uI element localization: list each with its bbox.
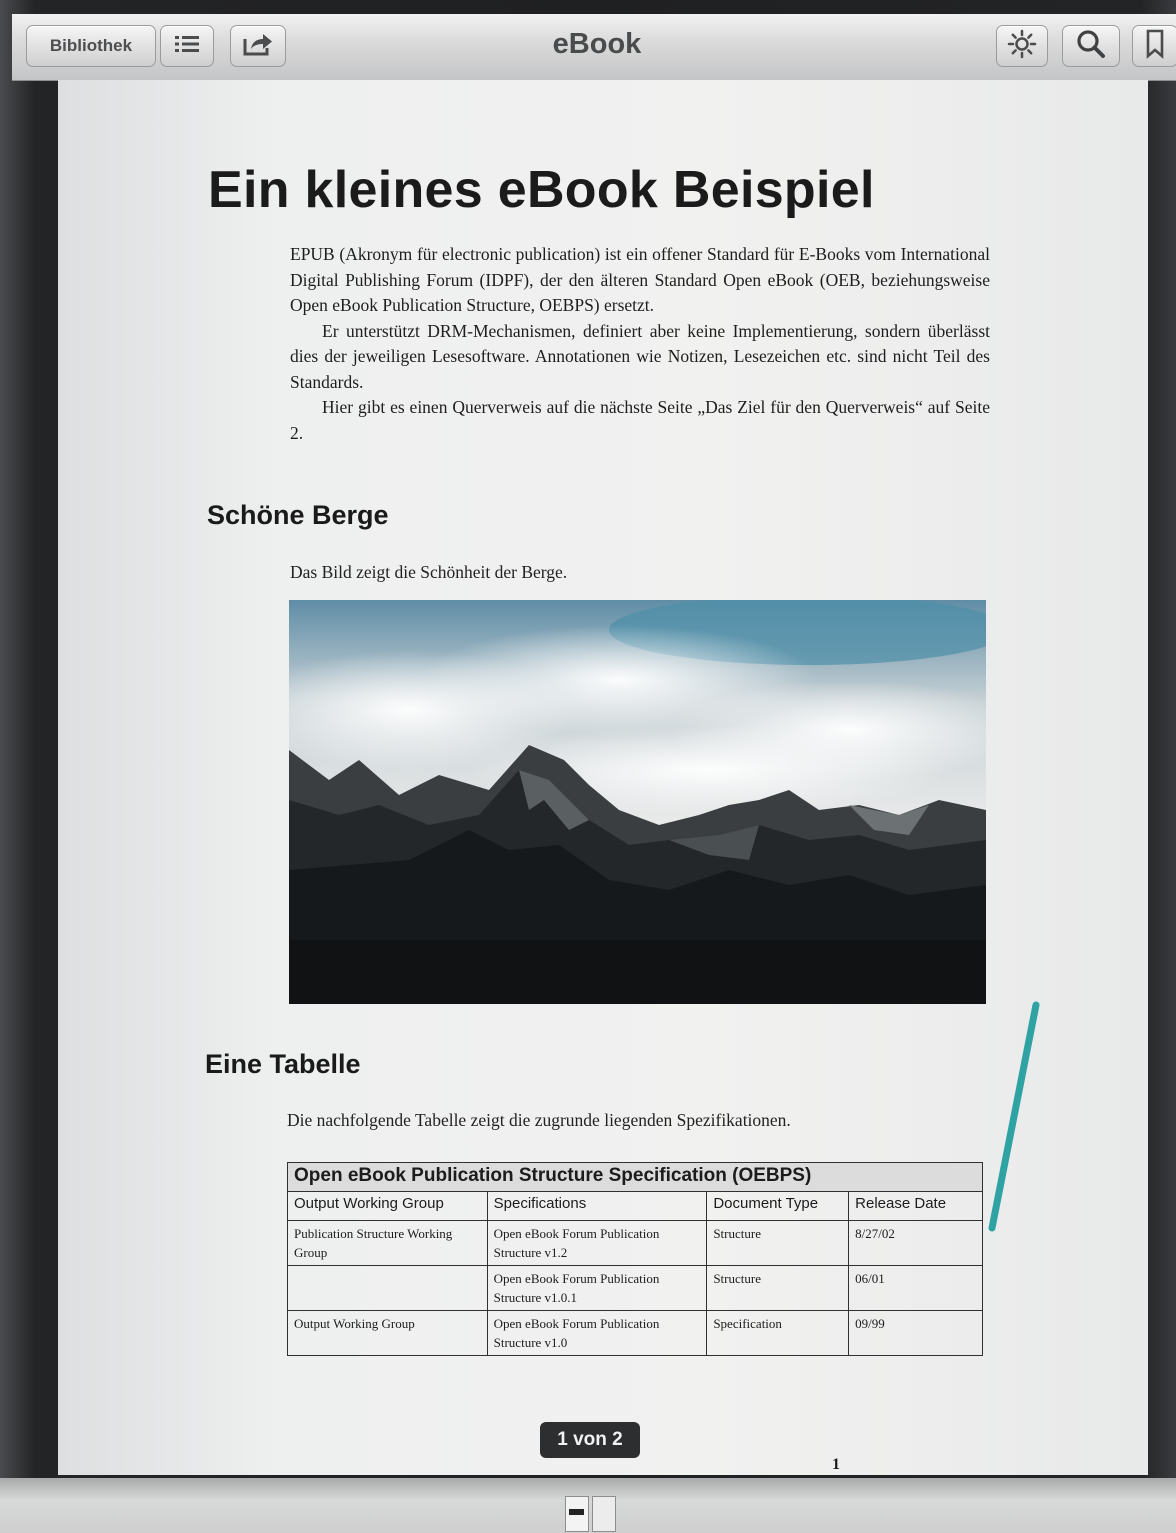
section-heading-mountains: Schöne Berge <box>207 500 389 530</box>
brightness-button[interactable] <box>996 25 1048 67</box>
cross-reference-paragraph[interactable]: Hier gibt es einen Querverweis auf die n… <box>290 395 990 446</box>
specification-table: Open eBook Publication Structure Specifi… <box>287 1162 983 1356</box>
toolbar-title: eBook <box>552 28 642 60</box>
bookmark-icon <box>1144 29 1166 64</box>
table-cell: Structure <box>706 1220 850 1266</box>
reader-toolbar: Bibliothek eBook <box>12 14 1176 81</box>
table-caption: Open eBook Publication Structure Specifi… <box>287 1162 983 1192</box>
table-of-contents-button[interactable] <box>160 25 214 67</box>
table-cell: Output Working Group <box>287 1310 488 1356</box>
column-header: Output Working Group <box>287 1191 488 1221</box>
table-cell: 8/27/02 <box>848 1220 983 1266</box>
table-row: Output Working Group Open eBook Forum Pu… <box>287 1310 983 1356</box>
column-header: Release Date <box>848 1191 983 1221</box>
page-thumbnail[interactable] <box>565 1496 589 1532</box>
annotation-line <box>988 1001 1040 1232</box>
table-header-row: Output Working Group Specifications Docu… <box>287 1191 983 1221</box>
list-icon <box>173 33 201 60</box>
share-button[interactable] <box>230 25 286 67</box>
library-button[interactable]: Bibliothek <box>26 25 156 67</box>
section-text-mountains: Das Bild zeigt die Schönheit der Berge. <box>290 562 568 582</box>
table-cell: Publication Structure Working Group <box>287 1220 488 1266</box>
mountain-photo[interactable] <box>289 600 986 1004</box>
brightness-icon <box>1007 29 1037 64</box>
table-cell: Open eBook Forum Publication Structure v… <box>486 1220 708 1266</box>
table-row: Publication Structure Working Group Open… <box>287 1220 983 1266</box>
document-title: Ein kleines eBook Beispiel <box>208 161 875 219</box>
table-cell <box>287 1265 488 1311</box>
column-header: Specifications <box>486 1191 708 1221</box>
section-heading-table: Eine Tabelle <box>205 1049 361 1079</box>
table-cell: Open eBook Forum Publication Structure v… <box>486 1265 708 1311</box>
table-cell: Open eBook Forum Publication Structure v… <box>486 1310 708 1356</box>
ebook-page: Ein kleines eBook Beispiel EPUB (Akronym… <box>58 80 1148 1475</box>
share-icon <box>242 31 274 62</box>
page-thumbnail[interactable] <box>592 1496 616 1532</box>
table-row: Open eBook Forum Publication Structure v… <box>287 1265 983 1311</box>
intro-paragraph: Er unterstützt DRM-Mechanismen, definier… <box>290 320 990 392</box>
thumbnail-image <box>569 1509 584 1515</box>
page-indicator: 1 von 2 <box>540 1422 640 1458</box>
table-cell: 06/01 <box>848 1265 983 1311</box>
search-button[interactable] <box>1062 25 1120 67</box>
page-scrubber[interactable] <box>0 1478 1176 1533</box>
intro-text: EPUB (Akronym für electronic publication… <box>290 242 990 446</box>
table-cell: Structure <box>706 1265 850 1311</box>
intro-paragraph: EPUB (Akronym für electronic publication… <box>290 244 990 315</box>
page-number: 1 <box>832 1456 840 1473</box>
search-icon <box>1075 28 1107 65</box>
bookmark-button[interactable] <box>1132 25 1176 67</box>
column-header: Document Type <box>706 1191 850 1221</box>
table-cell: Specification <box>706 1310 850 1356</box>
section-text-table: Die nachfolgende Tabelle zeigt die zugru… <box>287 1110 791 1130</box>
table-cell: 09/99 <box>848 1310 983 1356</box>
